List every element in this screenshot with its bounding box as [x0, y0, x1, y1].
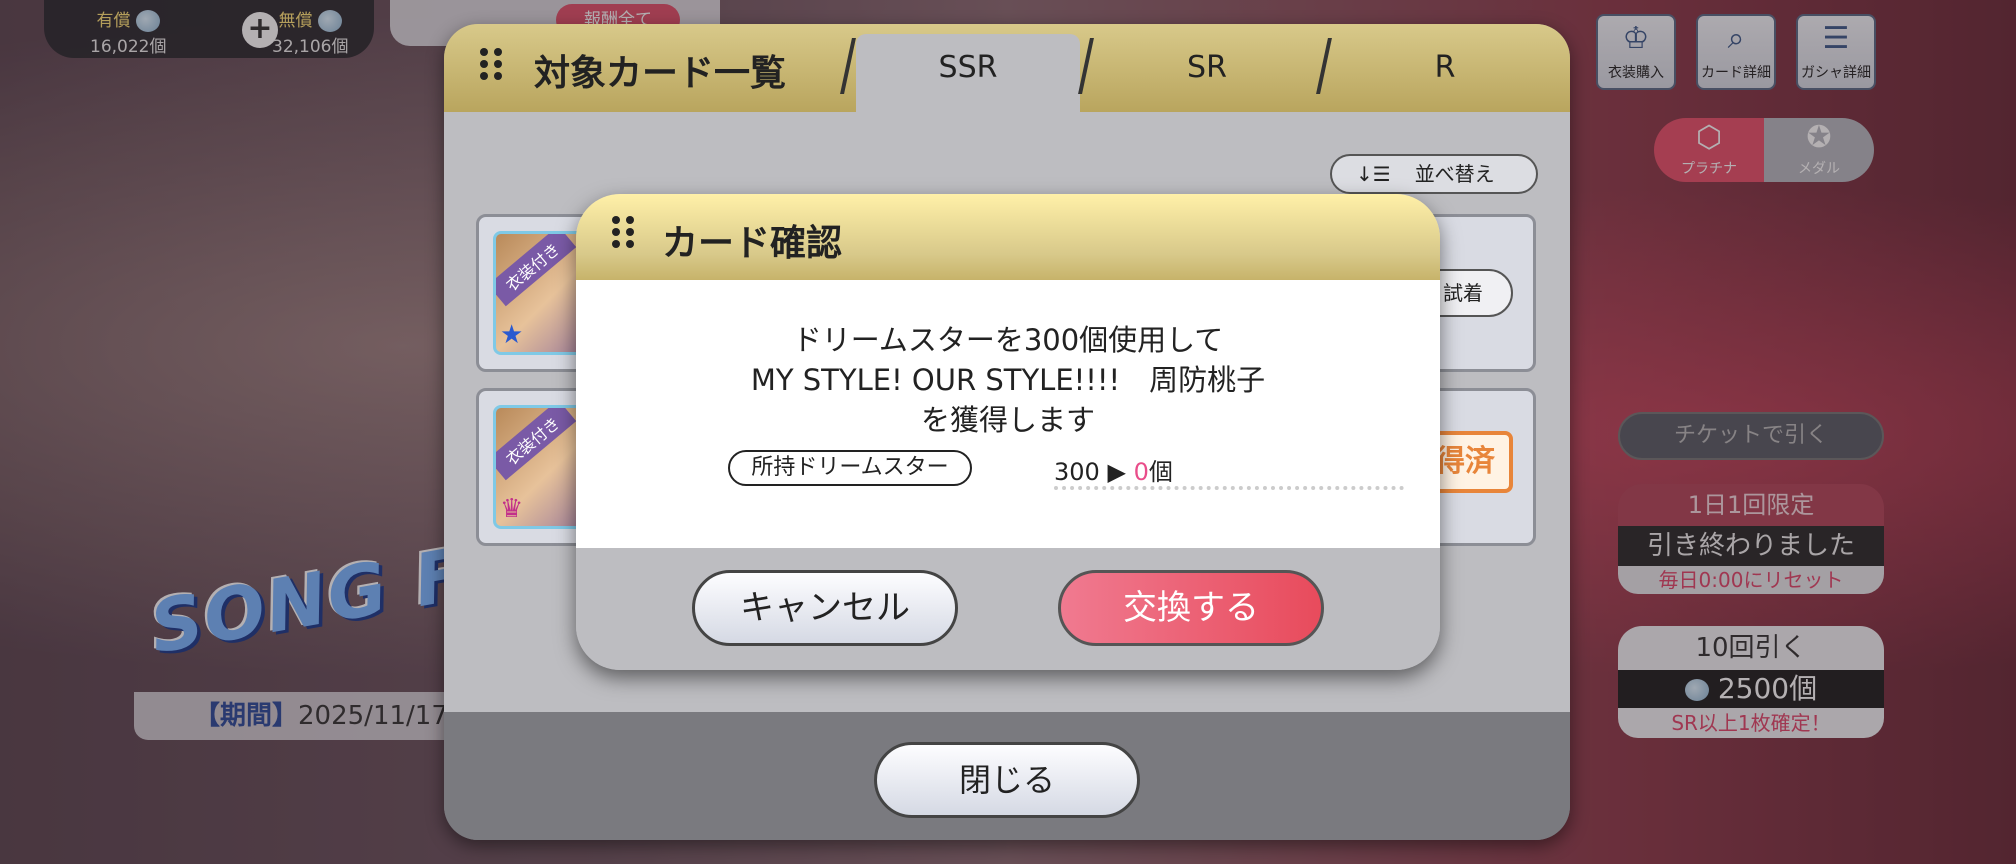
sort-icon: ↓☰ [1356, 162, 1391, 186]
message-line-3: を獲得します [920, 403, 1095, 437]
sort-button[interactable]: ↓☰ 並べ替え [1330, 154, 1538, 194]
close-button[interactable]: 閉じる [874, 742, 1140, 818]
exchange-button[interactable]: 交換する [1058, 570, 1324, 646]
owned-after: 0 [1133, 458, 1149, 486]
tab-bar: 対象カード一覧 SSR SR R [444, 24, 1570, 112]
message-line-2: MY STYLE! OUR STYLE!!!! 周防桃子 [750, 363, 1266, 397]
dotted-divider [1054, 486, 1404, 490]
grip-icon [612, 216, 634, 248]
dialog-footer: キャンセル 交換する [576, 548, 1440, 670]
tab-divider [840, 38, 856, 94]
dialog-message: ドリームスターを300個使用して MY STYLE! OUR STYLE!!!!… [576, 320, 1440, 440]
tab-sr[interactable]: SR [1094, 34, 1320, 112]
star-icon: ★ [500, 320, 524, 350]
panel-footer: 閉じる [444, 712, 1570, 840]
card-confirm-dialog: カード確認 ドリームスターを300個使用して MY STYLE! OUR STY… [576, 194, 1440, 670]
grip-icon [480, 48, 502, 80]
tab-r[interactable]: R [1332, 34, 1558, 112]
dialog-header: カード確認 [576, 194, 1440, 280]
crown-icon: ♛ [500, 494, 524, 524]
owned-before: 300 [1054, 458, 1100, 486]
costume-badge: 衣装付き [496, 234, 577, 307]
panel-title: 対象カード一覧 [444, 24, 840, 112]
owned-dreamstar-row: 所持ドリームスター 300 ▶ 0個 [728, 450, 1404, 490]
dialog-title: カード確認 [662, 223, 843, 264]
message-line-1: ドリームスターを300個使用して [792, 323, 1224, 357]
tab-divider [1078, 38, 1094, 94]
arrow-icon: ▶ [1107, 458, 1126, 486]
costume-badge: 衣装付き [496, 408, 577, 481]
tab-ssr[interactable]: SSR [856, 34, 1080, 112]
dialog-body: ドリームスターを300個使用して MY STYLE! OUR STYLE!!!!… [576, 280, 1440, 548]
owned-unit: 個 [1148, 458, 1173, 486]
cancel-button[interactable]: キャンセル [692, 570, 958, 646]
owned-label: 所持ドリームスター [728, 450, 972, 486]
owned-value: 300 ▶ 0個 [1054, 452, 1173, 487]
panel-title-text: 対象カード一覧 [534, 53, 787, 94]
sort-label: 並べ替え [1414, 162, 1495, 186]
